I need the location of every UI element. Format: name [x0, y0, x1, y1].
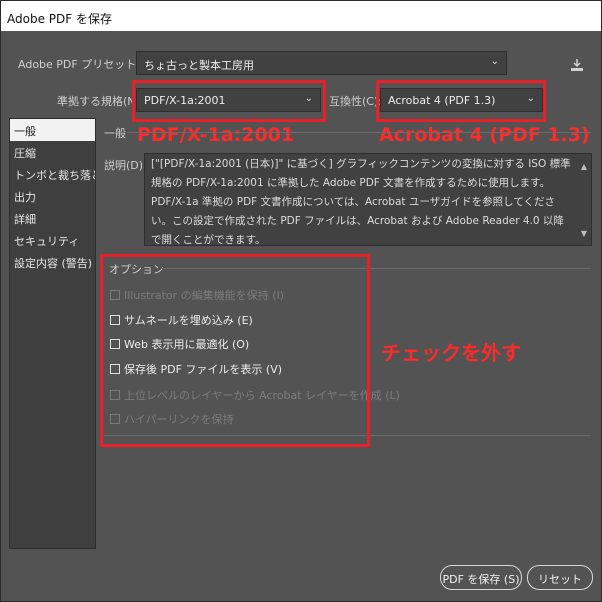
preset-dropdown[interactable]: ちょ古っと製本工房用 ⌄	[136, 51, 507, 75]
annotation-compat-text: Acrobat 4 (PDF 1.3)	[379, 124, 590, 146]
save-preset-icon[interactable]	[569, 57, 585, 73]
section-header-general: 一般	[104, 127, 126, 140]
sidebar-item-advanced[interactable]: 詳細	[10, 207, 95, 229]
section-divider	[127, 132, 591, 133]
sidebar-item-compression[interactable]: 圧縮	[10, 141, 95, 163]
save-pdf-dialog: Adobe PDF を保存 Adobe PDF プリセット(A): ちょ古っと製…	[0, 0, 602, 602]
scroll-up-icon[interactable]: ▲	[581, 157, 587, 176]
preset-value: ちょ古っと製本工房用	[144, 59, 254, 72]
description-textarea[interactable]: ["[PDF/X-1a:2001 (日本)]" に基づく] グラフィックコンテン…	[144, 153, 592, 246]
chevron-down-icon: ⌄	[490, 56, 499, 67]
sidebar-item-security[interactable]: セキュリティ	[10, 229, 95, 251]
annotation-box-options	[100, 254, 370, 447]
save-pdf-button[interactable]: PDF を保存 (S)	[440, 565, 522, 590]
sidebar-item-summary[interactable]: 設定内容 (警告)	[10, 251, 95, 273]
annotation-standard-text: PDF/X-1a:2001	[137, 124, 295, 146]
annotation-uncheck-text: チェックを外す	[381, 341, 521, 365]
annotation-box-compat	[376, 80, 546, 122]
sidebar-item-output[interactable]: 出力	[10, 185, 95, 207]
annotation-box-standard	[132, 80, 326, 122]
sidebar-item-marks-bleeds[interactable]: トンボと裁ち落とし	[10, 163, 95, 185]
scroll-down-icon[interactable]: ▼	[581, 224, 587, 243]
description-label: 説明(D):	[104, 159, 147, 172]
sidebar-item-general[interactable]: 一般	[10, 119, 95, 141]
standard-label: 準拠する規格(N):	[57, 95, 144, 108]
reset-button[interactable]: リセット	[527, 565, 593, 590]
window-title: Adobe PDF を保存	[1, 1, 601, 31]
category-sidebar: 一般 圧縮 トンボと裁ち落とし 出力 詳細 セキュリティ 設定内容 (警告)	[9, 118, 96, 549]
compat-label: 互換性(C):	[329, 95, 382, 108]
description-text: ["[PDF/X-1a:2001 (日本)]" に基づく] グラフィックコンテン…	[151, 158, 571, 246]
